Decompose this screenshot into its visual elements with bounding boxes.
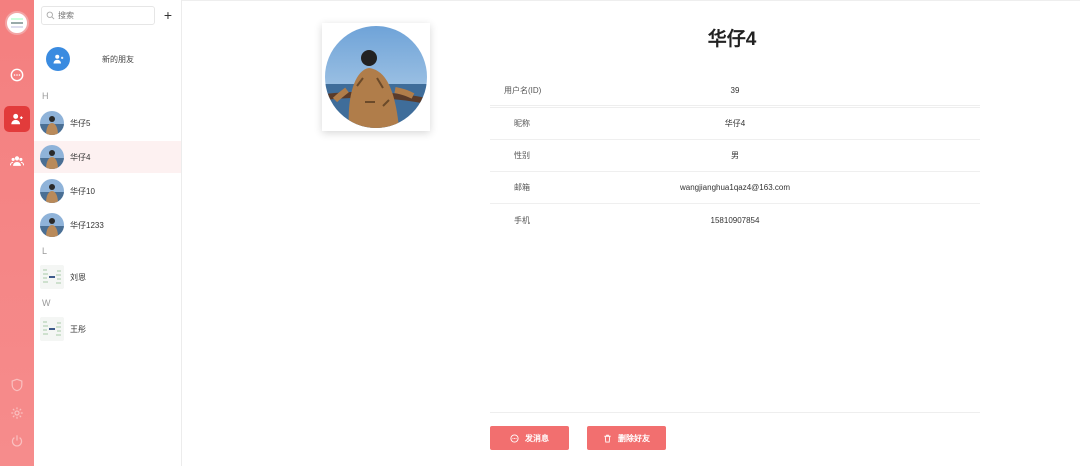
contact-item[interactable]: 王彤 bbox=[34, 313, 181, 345]
info-label: 昵称 bbox=[514, 119, 530, 128]
contacts-icon[interactable] bbox=[4, 106, 30, 132]
contact-item[interactable]: 刘恩 bbox=[34, 261, 181, 293]
footer-divider bbox=[490, 412, 980, 413]
info-label: 性别 bbox=[514, 151, 530, 160]
info-label: 手机 bbox=[514, 215, 530, 225]
avatar bbox=[40, 265, 64, 289]
info-row-gender: 性别 男 bbox=[490, 140, 980, 172]
new-friend-icon bbox=[46, 47, 70, 71]
new-friends-label: 新的朋友 bbox=[102, 54, 134, 64]
search-box[interactable] bbox=[41, 6, 155, 25]
contact-name: 华仔4 bbox=[70, 152, 91, 162]
message-icon bbox=[510, 433, 519, 443]
groups-icon[interactable] bbox=[4, 148, 30, 174]
contact-item[interactable]: 华仔4 bbox=[34, 141, 181, 173]
info-row-email: 邮箱 wangjianghua1qaz4@163.com bbox=[490, 172, 980, 204]
info-value: 39 bbox=[730, 86, 740, 95]
shield-icon[interactable] bbox=[4, 372, 30, 398]
contact-name: 华仔1233 bbox=[70, 220, 104, 230]
contact-name: 王彤 bbox=[70, 324, 86, 334]
power-icon[interactable] bbox=[4, 428, 30, 454]
add-contact-button[interactable]: + bbox=[159, 6, 177, 25]
contacts-panel: + 新的朋友 H 华仔5 华仔4 华仔10 bbox=[34, 0, 182, 466]
app: + 新的朋友 H 华仔5 华仔4 华仔10 bbox=[0, 0, 1080, 466]
profile-info-table: 用户名(ID) 39 昵称 华仔4 性别 男 邮箱 wangjianghua1q… bbox=[490, 76, 980, 236]
chat-icon[interactable] bbox=[4, 62, 30, 88]
avatar bbox=[40, 111, 64, 135]
contact-item[interactable]: 华仔5 bbox=[34, 107, 181, 139]
contact-item[interactable]: 华仔1233 bbox=[34, 209, 181, 241]
info-value: 华仔4 bbox=[724, 119, 746, 128]
gear-icon[interactable] bbox=[4, 400, 30, 426]
profile-photo bbox=[325, 26, 427, 128]
send-message-button[interactable]: 发消息 bbox=[490, 426, 569, 450]
contact-item[interactable]: 华仔10 bbox=[34, 175, 181, 207]
info-value: 15810907854 bbox=[710, 215, 760, 225]
contact-name: 华仔5 bbox=[70, 118, 91, 128]
info-row-phone: 手机 15810907854 bbox=[490, 204, 980, 236]
info-row-id: 用户名(ID) 39 bbox=[490, 76, 980, 108]
trash-icon bbox=[604, 434, 611, 443]
contact-name: 华仔10 bbox=[70, 186, 95, 196]
group-letter-l: L bbox=[42, 246, 48, 256]
profile-photo-card bbox=[322, 23, 430, 131]
delete-friend-label: 删除好友 bbox=[618, 433, 650, 443]
group-letter-w: W bbox=[42, 298, 51, 308]
delete-friend-button[interactable]: 删除好友 bbox=[587, 426, 666, 450]
new-friends-entry[interactable]: 新的朋友 bbox=[46, 46, 176, 72]
search-input[interactable] bbox=[58, 11, 154, 20]
info-label: 邮箱 bbox=[514, 183, 530, 192]
nav-rail bbox=[0, 0, 34, 466]
info-label: 用户名(ID) bbox=[504, 86, 542, 95]
contact-detail: 华仔4 用户名(ID) 39 昵称 华仔4 性别 男 邮箱 wangjiangh… bbox=[182, 0, 1080, 466]
send-message-label: 发消息 bbox=[525, 433, 549, 443]
search-icon bbox=[46, 11, 55, 20]
avatar bbox=[40, 213, 64, 237]
contact-name: 刘恩 bbox=[70, 272, 86, 282]
avatar bbox=[40, 179, 64, 203]
app-logo-icon[interactable] bbox=[5, 11, 29, 35]
profile-display-name: 华仔4 bbox=[707, 29, 757, 50]
group-letter-h: H bbox=[42, 91, 49, 101]
info-value: 男 bbox=[731, 151, 739, 160]
avatar bbox=[40, 317, 64, 341]
avatar bbox=[40, 145, 64, 169]
info-value: wangjianghua1qaz4@163.com bbox=[680, 183, 790, 192]
info-row-nickname: 昵称 华仔4 bbox=[490, 108, 980, 140]
